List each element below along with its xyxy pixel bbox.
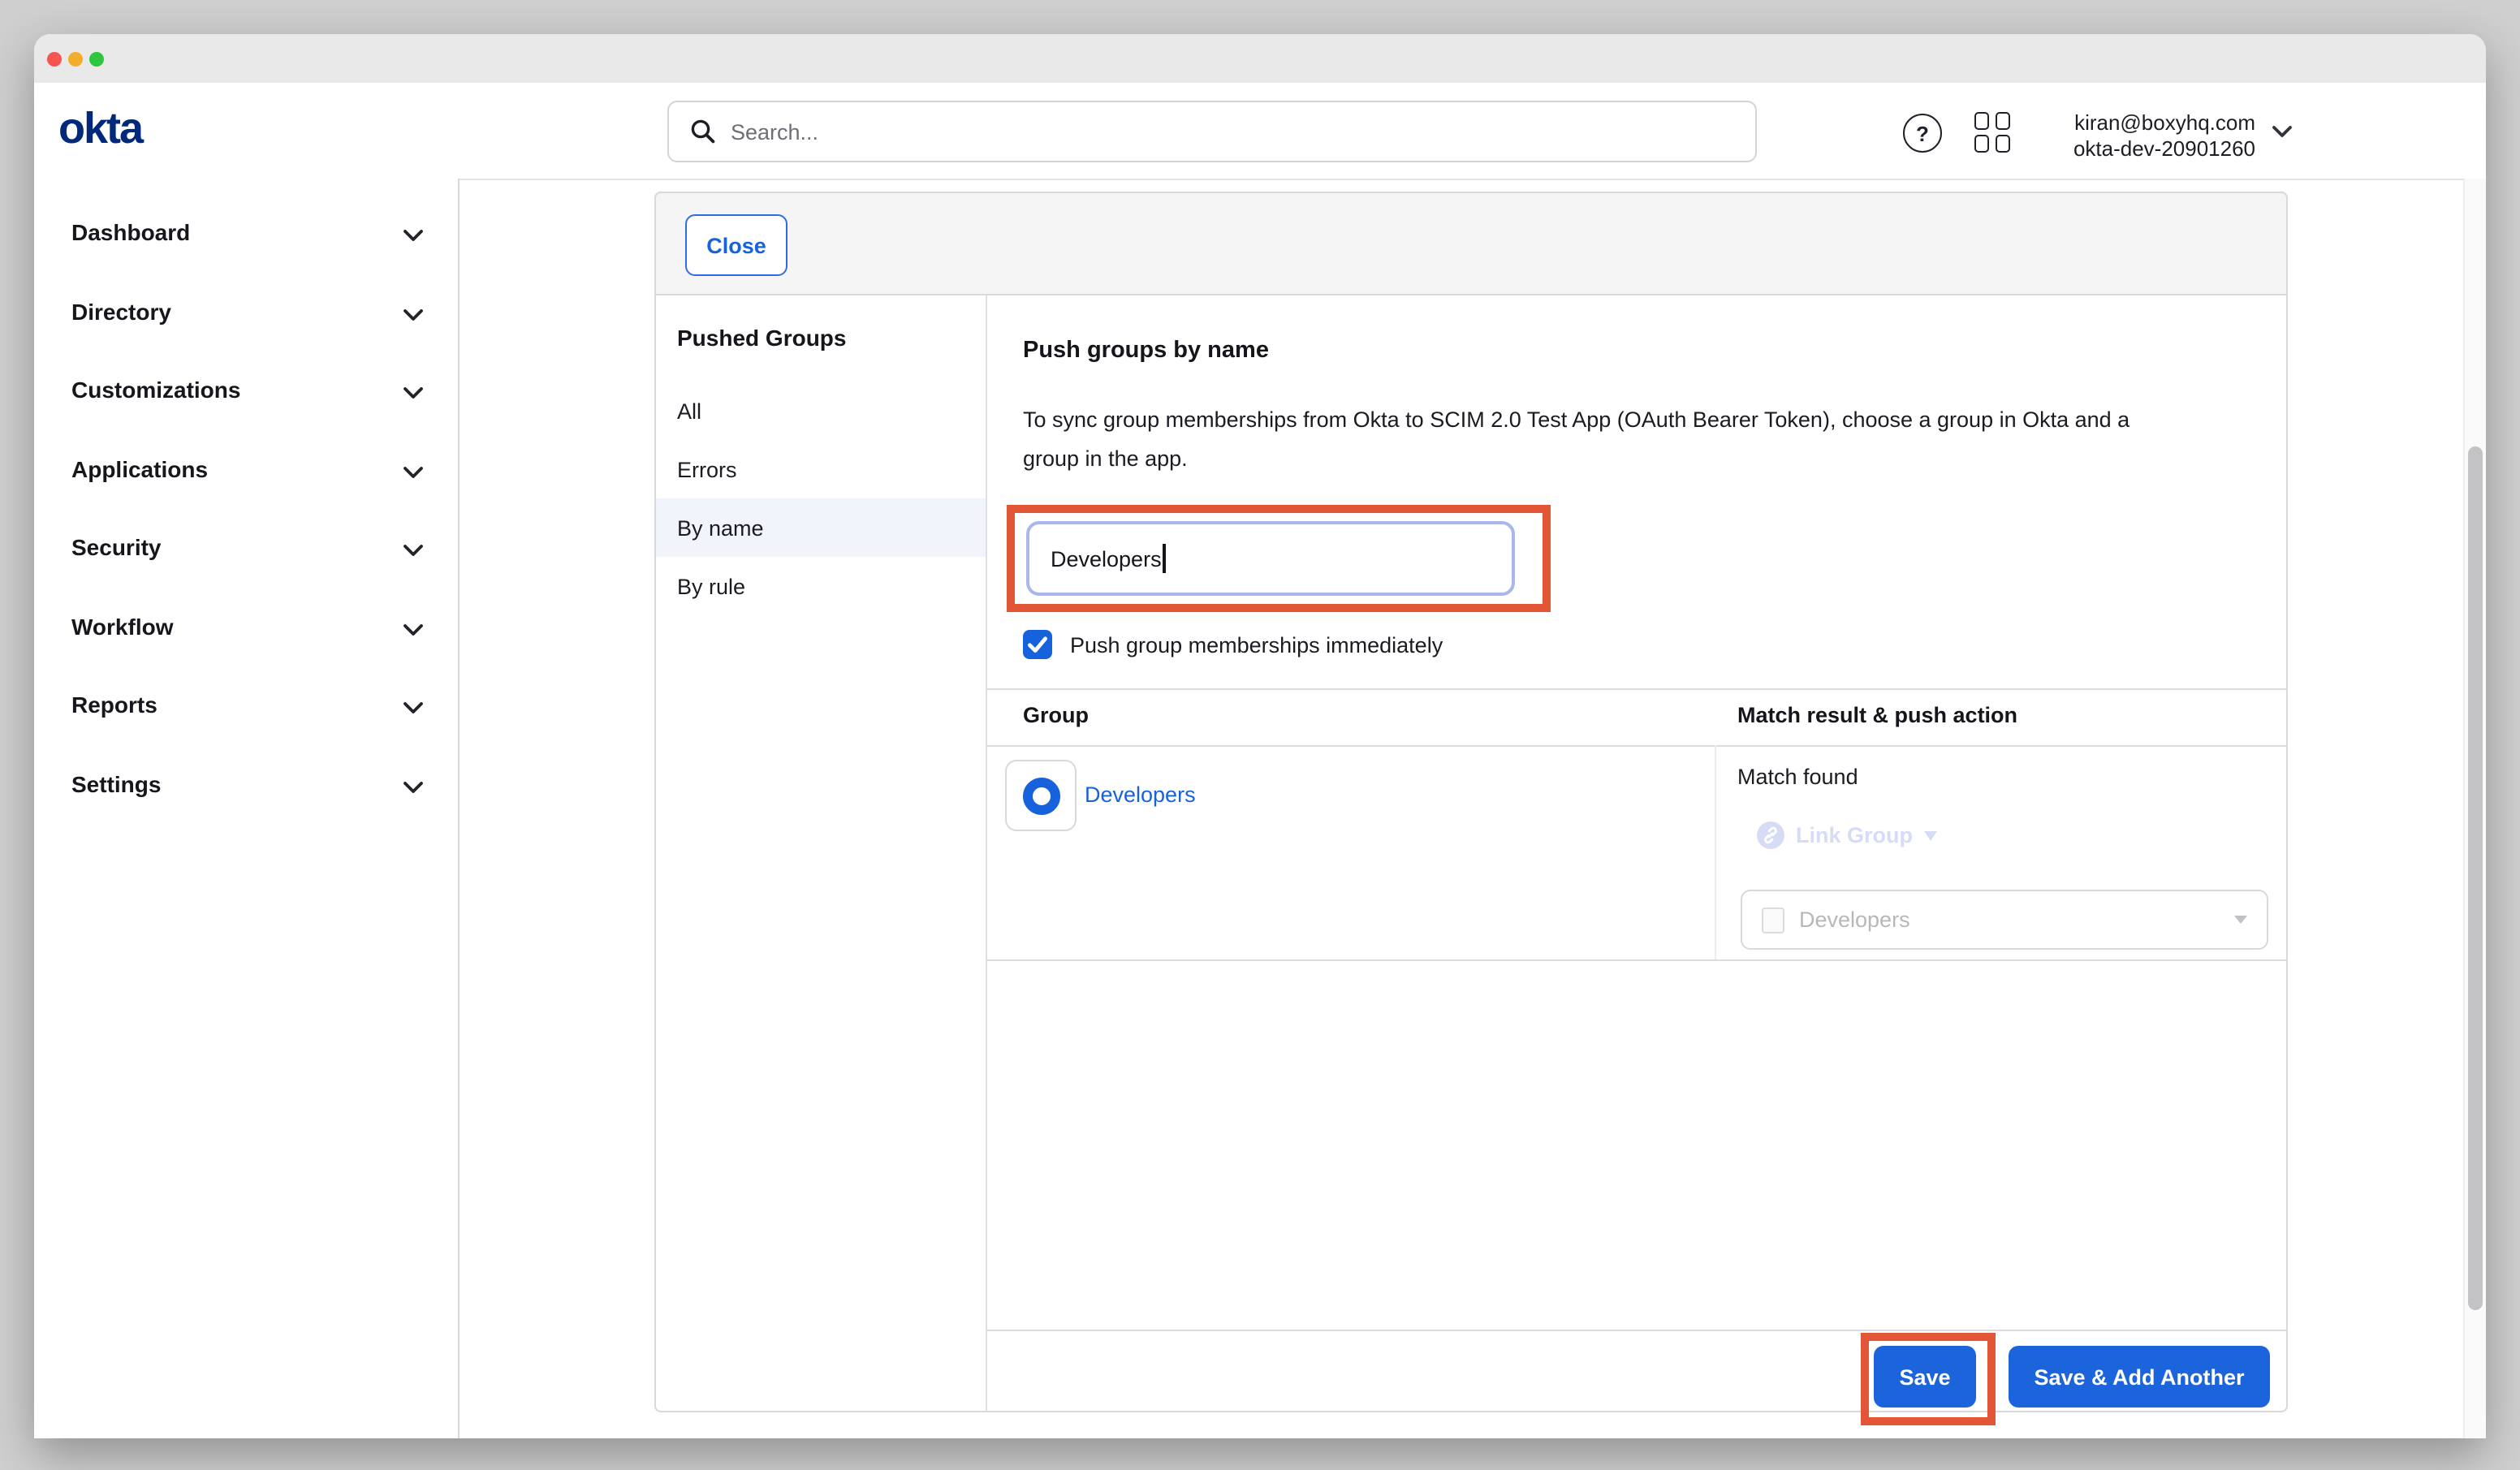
group-donut-icon	[1022, 777, 1059, 814]
close-window-button[interactable]	[46, 52, 61, 67]
group-link[interactable]: Developers	[1085, 782, 1196, 807]
chevron-down-icon	[403, 308, 424, 322]
link-icon	[1757, 821, 1784, 849]
page-title: Push groups by name	[1023, 338, 1269, 364]
sidebar-item-reports[interactable]: Reports	[34, 685, 458, 750]
sidebar-item-dashboard[interactable]: Dashboard	[34, 213, 458, 278]
table-row-border	[986, 959, 2288, 961]
chevron-down-icon	[403, 229, 424, 244]
subnav-item-by-name[interactable]: By name	[656, 498, 986, 557]
account-chevron-down-icon[interactable]	[2272, 125, 2293, 140]
subnav-item-all[interactable]: All	[656, 382, 986, 440]
zoom-window-button[interactable]	[88, 52, 103, 67]
chevron-down-icon	[403, 623, 424, 637]
search-placeholder: Search...	[731, 119, 818, 144]
app-group-dropdown[interactable]: Developers	[1741, 890, 2268, 950]
sidebar-item-customizations[interactable]: Customizations	[34, 370, 458, 435]
minimize-window-button[interactable]	[67, 52, 82, 67]
group-name-input[interactable]: Developers	[1026, 521, 1515, 596]
sidebar-item-directory[interactable]: Directory	[34, 291, 458, 356]
panel-header	[654, 192, 2288, 295]
subnav-item-errors[interactable]: Errors	[656, 440, 986, 498]
description: To sync group memberships from Okta to S…	[1023, 401, 2129, 479]
match-status: Match found	[1737, 765, 1858, 789]
link-group-button[interactable]: Link Group	[1757, 821, 1937, 849]
close-button[interactable]: Close	[685, 214, 788, 276]
group-name-input-value: Developers	[1051, 546, 1162, 571]
scrollbar-thumb[interactable]	[2467, 446, 2482, 1310]
sidebar-item-security[interactable]: Security	[34, 528, 458, 593]
chevron-down-icon	[403, 701, 424, 716]
sidebar-item-applications[interactable]: Applications	[34, 449, 458, 514]
account-menu[interactable]: kiran@boxyhq.com okta-dev-20901260	[1965, 110, 2255, 162]
window-titlebar	[34, 34, 2486, 84]
chevron-down-icon	[403, 544, 424, 558]
group-avatar	[1005, 760, 1077, 831]
checkmark-icon	[1023, 630, 1052, 659]
sidebar-item-workflow[interactable]: Workflow	[34, 606, 458, 671]
text-cursor	[1163, 544, 1166, 573]
dropdown-caret-icon	[2234, 916, 2247, 924]
account-org: okta-dev-20901260	[1965, 136, 2255, 162]
app-group-icon	[1762, 907, 1784, 933]
search-input[interactable]: Search...	[667, 101, 1757, 162]
save-add-another-button[interactable]: Save & Add Another	[2009, 1346, 2270, 1407]
column-header-match: Match result & push action	[1737, 703, 2017, 727]
chevron-down-icon	[403, 780, 424, 795]
table-column-divider	[1715, 745, 1716, 959]
sidebar-item-settings[interactable]: Settings	[34, 764, 458, 829]
footer-divider	[986, 1330, 2288, 1331]
subnav-divider	[986, 295, 987, 1411]
link-group-caret-icon	[1924, 830, 1937, 840]
column-header-group: Group	[1023, 703, 1089, 727]
search-icon	[690, 119, 716, 144]
subnav-item-by-rule[interactable]: By rule	[656, 557, 986, 615]
table-top-border	[986, 688, 2288, 690]
table-header-border	[986, 745, 2288, 747]
okta-logo: okta	[58, 104, 142, 154]
help-icon[interactable]: ?	[1903, 114, 1942, 153]
chevron-down-icon	[403, 465, 424, 480]
subnav-title: Pushed Groups	[677, 325, 846, 351]
chevron-down-icon	[403, 386, 424, 401]
description-line-2: group in the app.	[1023, 440, 2129, 479]
push-immediately-checkbox[interactable]	[1023, 630, 1052, 659]
save-button[interactable]: Save	[1874, 1346, 1976, 1407]
app-group-value: Developers	[1799, 907, 2220, 932]
push-groups-panel	[654, 192, 2288, 1412]
link-group-label: Link Group	[1796, 823, 1913, 847]
account-email: kiran@boxyhq.com	[1965, 110, 2255, 136]
description-line-1: To sync group memberships from Okta to S…	[1023, 401, 2129, 440]
push-immediately-label: Push group memberships immediately	[1070, 633, 1443, 657]
desktop: okta Search... ? kiran@boxyhq.com okta-d…	[0, 0, 2520, 1470]
